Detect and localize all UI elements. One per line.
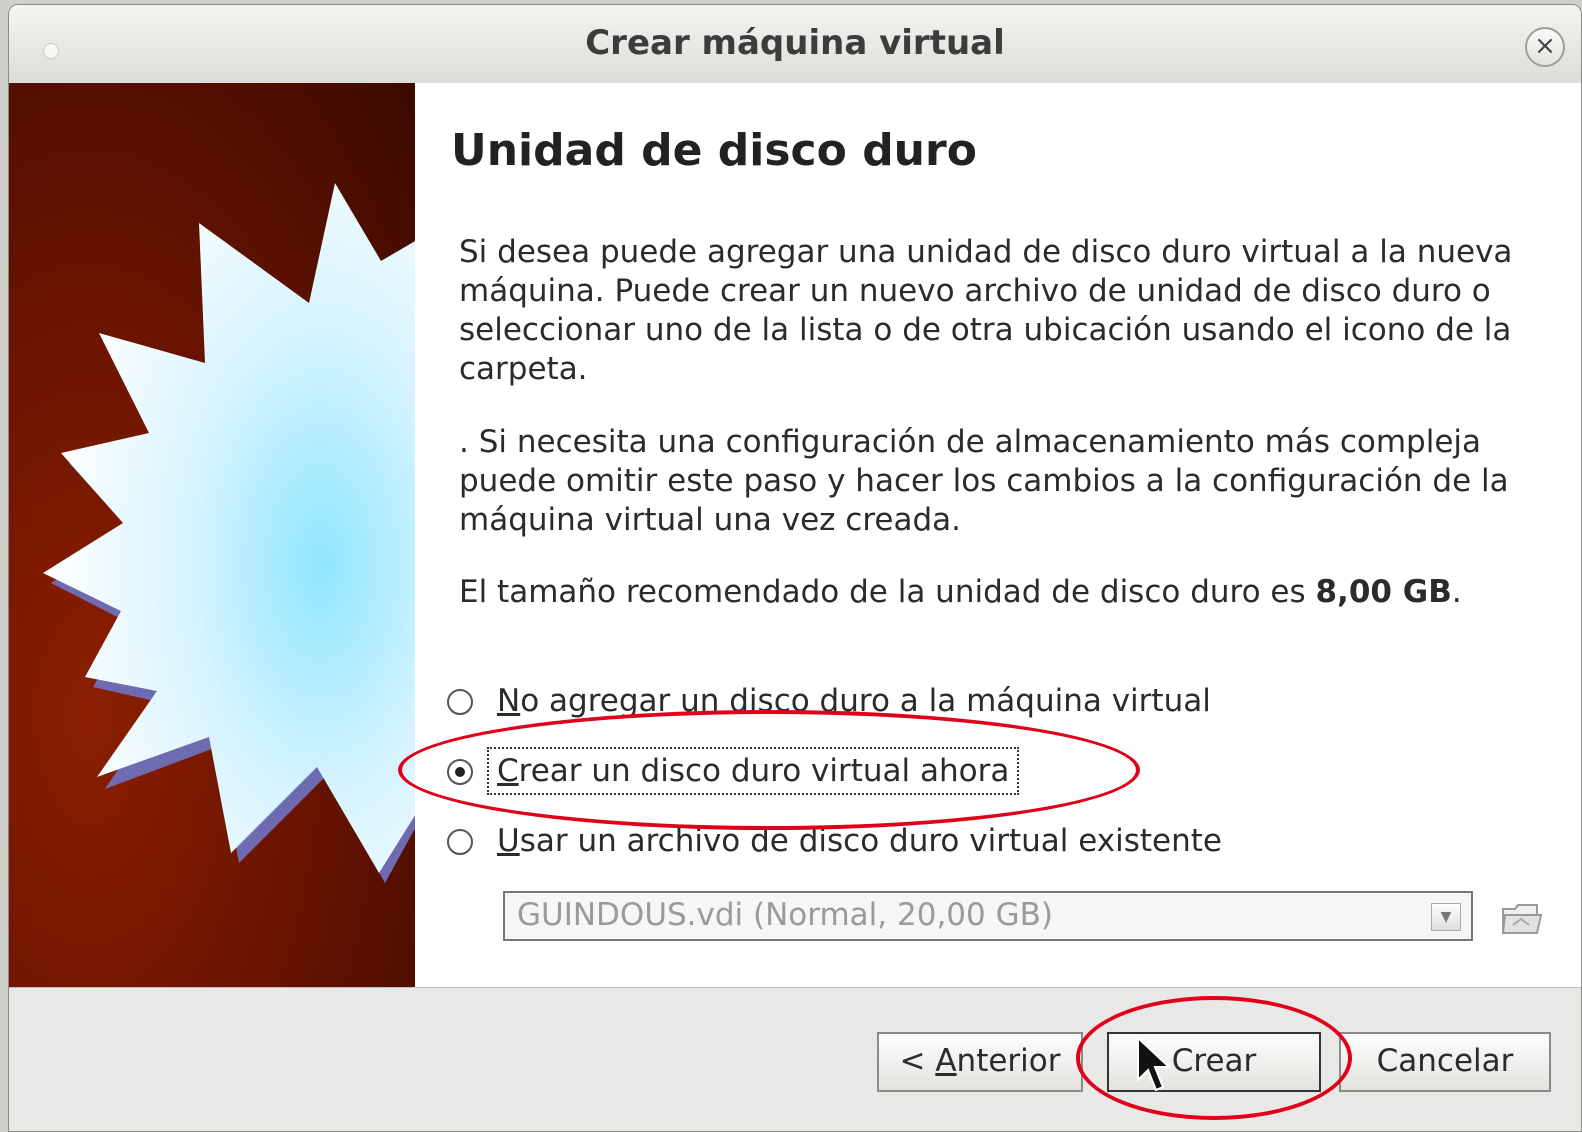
recommended-size-value: 8,00 GB bbox=[1315, 574, 1452, 610]
page-title: Unidad de disco duro bbox=[451, 125, 977, 176]
cancel-button[interactable]: Cancelar bbox=[1339, 1032, 1551, 1092]
option-label-text: o agregar un disco duro a la máquina vir… bbox=[520, 683, 1211, 719]
option-label[interactable]: Usar un archivo de disco duro virtual ex… bbox=[497, 821, 1222, 861]
dropdown-arrow-icon[interactable]: ▼ bbox=[1431, 903, 1461, 931]
content-panel: Unidad de disco duro Si desea puede agre… bbox=[415, 83, 1581, 987]
radio-button[interactable] bbox=[447, 829, 473, 855]
option-mnemonic: C bbox=[497, 753, 519, 789]
recommended-size-label: El tamaño recomendado de la unidad de di… bbox=[459, 574, 1316, 610]
option-mnemonic: N bbox=[497, 683, 521, 719]
option-label[interactable]: Crear un disco duro virtual ahora bbox=[486, 747, 1020, 795]
existing-disk-select[interactable]: GUINDOUS.vdi (Normal, 20,00 GB) ▼ bbox=[503, 891, 1473, 941]
radio-button[interactable] bbox=[447, 689, 473, 715]
previous-button[interactable]: < Anterior bbox=[877, 1032, 1083, 1092]
window-title: Crear máquina virtual bbox=[585, 23, 1005, 63]
recommended-size-suffix: . bbox=[1451, 574, 1462, 610]
option-label-text: sar un archivo de disco duro virtual exi… bbox=[519, 823, 1222, 859]
previous-button-mnemonic: A bbox=[935, 1043, 957, 1079]
radio-button-selected[interactable] bbox=[447, 759, 473, 785]
option-label[interactable]: No agregar un disco duro a la máquina vi… bbox=[497, 681, 1211, 721]
mouse-cursor-icon bbox=[1137, 1036, 1172, 1092]
starburst-icon bbox=[43, 183, 415, 883]
recommended-size-paragraph: El tamaño recomendado de la unidad de di… bbox=[459, 573, 1559, 612]
title-bar[interactable]: Crear máquina virtual × bbox=[9, 5, 1581, 84]
button-bar: < Anterior Crear Cancelar bbox=[9, 987, 1581, 1131]
wizard-side-image bbox=[9, 83, 415, 987]
option-label-text: rear un disco duro virtual ahora bbox=[518, 753, 1010, 789]
dialog-window: Crear máquina virtual × Unidad de disco … bbox=[8, 4, 1582, 1132]
select-value: GUINDOUS.vdi (Normal, 20,00 GB) bbox=[517, 897, 1053, 933]
close-icon[interactable]: × bbox=[1525, 27, 1565, 67]
option-mnemonic: U bbox=[497, 823, 520, 859]
folder-icon[interactable] bbox=[1499, 895, 1545, 941]
advanced-note-paragraph: . Si necesita una configuración de almac… bbox=[459, 424, 1509, 538]
previous-button-prefix: < bbox=[899, 1043, 936, 1079]
previous-button-label: nterior bbox=[956, 1043, 1061, 1079]
description-paragraph: Si desea puede agregar una unidad de dis… bbox=[459, 234, 1513, 387]
